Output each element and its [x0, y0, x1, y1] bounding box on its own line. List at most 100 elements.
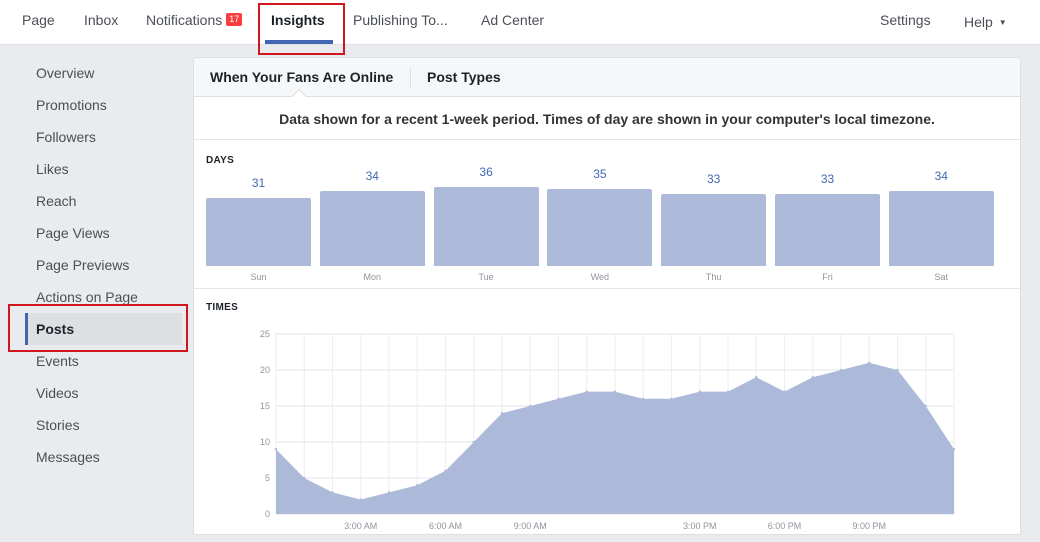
nav-notifications-label: Notifications [146, 12, 223, 28]
data-point [303, 476, 306, 480]
sidebar-item-reach[interactable]: Reach [25, 185, 182, 217]
day-name-label: Sat [934, 272, 949, 282]
day-value-label: 35 [593, 167, 607, 181]
day-bar[interactable] [206, 198, 311, 266]
sidebar-item-actions-on-page[interactable]: Actions on Page [25, 281, 182, 313]
sidebar-item-page-views[interactable]: Page Views [25, 217, 182, 249]
sidebar-item-label: Stories [36, 417, 80, 433]
sidebar-item-followers[interactable]: Followers [25, 121, 182, 153]
panel-tabs: When Your Fans Are Online Post Types [194, 58, 1020, 97]
data-point [500, 412, 504, 415]
y-tick-label: 20 [260, 365, 270, 375]
tab-divider [410, 68, 411, 88]
nav-ad-center-label: Ad Center [481, 12, 545, 28]
data-point [331, 491, 334, 494]
nav-help[interactable]: Help ▼ [964, 2, 1007, 46]
nav-ad-center[interactable]: Ad Center [481, 0, 544, 44]
data-point [868, 361, 871, 364]
day-name-label: Sun [250, 272, 267, 282]
tab-post-types[interactable]: Post Types [427, 58, 501, 97]
insights-panel: When Your Fans Are Online Post Types Dat… [193, 57, 1021, 535]
day-name-label: Tue [478, 272, 494, 282]
day-value-label: 31 [251, 176, 266, 190]
nav-notifications[interactable]: Notifications 17 [146, 0, 243, 44]
y-tick-label: 10 [260, 437, 270, 447]
sidebar-item-posts[interactable]: Posts [25, 313, 182, 345]
sidebar-item-label: Events [36, 353, 79, 369]
sidebar-item-label: Posts [36, 321, 75, 337]
nav-insights-label: Insights [271, 12, 325, 28]
nav-page[interactable]: Page [22, 0, 55, 44]
x-tick-label: 3:00 PM [683, 521, 717, 531]
data-point [783, 390, 786, 393]
day-bar[interactable] [319, 191, 425, 266]
sidebar-item-label: Actions on Page [36, 289, 138, 305]
data-point [839, 368, 843, 372]
day-bar[interactable] [888, 191, 994, 266]
x-tick-label: 3:00 AM [344, 521, 377, 531]
days-bar-chart: 31 Sun 34 Mon 36 Tue 35 Wed 33 Thu 33 Fri 34 Sat [206, 165, 1006, 288]
sidebar-item-events[interactable]: Events [25, 345, 182, 377]
day-value-label: 34 [365, 169, 379, 183]
sidebar-item-label: Page Previews [36, 257, 130, 273]
y-tick-label: 5 [265, 473, 270, 483]
day-name-label: Mon [363, 272, 382, 282]
sidebar: Overview Promotions Followers Likes Reac… [0, 45, 190, 542]
nav-inbox[interactable]: Inbox [84, 0, 118, 44]
sidebar-item-videos[interactable]: Videos [25, 377, 182, 409]
sidebar-item-label: Overview [36, 65, 95, 81]
x-tick-label: 9:00 PM [852, 521, 886, 531]
day-value-label: 36 [479, 165, 493, 179]
y-tick-label: 15 [260, 401, 270, 411]
nav-inbox-label: Inbox [84, 12, 119, 28]
data-point [557, 397, 560, 400]
data-point [444, 469, 447, 472]
nav-publishing-tools[interactable]: Publishing To... [353, 0, 448, 44]
nav-publishing-label: Publishing To... [353, 12, 448, 28]
day-value-label: 34 [934, 169, 948, 183]
tab-label: When Your Fans Are Online [210, 69, 394, 85]
y-tick-label: 25 [260, 329, 270, 339]
sidebar-item-page-previews[interactable]: Page Previews [25, 249, 182, 281]
day-bar[interactable] [433, 187, 539, 266]
day-bar[interactable] [775, 194, 880, 266]
sidebar-item-label: Promotions [36, 97, 107, 113]
data-point [726, 390, 730, 393]
active-tab-indicator [265, 40, 333, 44]
data-point [416, 484, 419, 487]
sidebar-item-promotions[interactable]: Promotions [25, 89, 182, 121]
day-name-label: Fri [822, 272, 833, 282]
data-point [529, 404, 532, 408]
data-point [642, 397, 645, 400]
data-point [670, 397, 673, 400]
x-tick-label: 6:00 AM [429, 521, 462, 531]
day-bar[interactable] [661, 194, 767, 266]
data-point [585, 390, 588, 393]
data-point [698, 390, 701, 393]
top-navigation: Page Inbox Notifications 17 Insights Publ… [0, 0, 1040, 45]
days-section-label: DAYS [206, 155, 235, 166]
data-point [896, 368, 899, 372]
nav-insights[interactable]: Insights [271, 0, 325, 44]
nav-settings[interactable]: Settings [880, 0, 931, 44]
sidebar-item-label: Page Views [36, 225, 110, 241]
nav-page-label: Page [22, 12, 55, 28]
sidebar-item-likes[interactable]: Likes [25, 153, 182, 185]
chevron-down-icon: ▼ [998, 18, 1007, 27]
data-point [811, 376, 814, 379]
day-value-label: 33 [707, 172, 721, 186]
x-tick-label: 6:00 PM [768, 521, 802, 531]
sidebar-item-stories[interactable]: Stories [25, 409, 182, 441]
sidebar-item-label: Followers [36, 129, 96, 145]
data-point [359, 498, 362, 501]
day-name-label: Wed [590, 272, 610, 282]
day-bar[interactable] [547, 189, 653, 266]
sidebar-item-messages[interactable]: Messages [25, 441, 182, 473]
period-description: Data shown for a recent 1-week period. T… [194, 98, 1020, 140]
sidebar-item-label: Videos [36, 385, 79, 401]
notifications-badge: 17 [226, 13, 243, 26]
data-point [952, 448, 956, 451]
data-point [387, 491, 391, 494]
sidebar-item-label: Likes [36, 161, 69, 177]
sidebar-item-overview[interactable]: Overview [25, 57, 182, 89]
